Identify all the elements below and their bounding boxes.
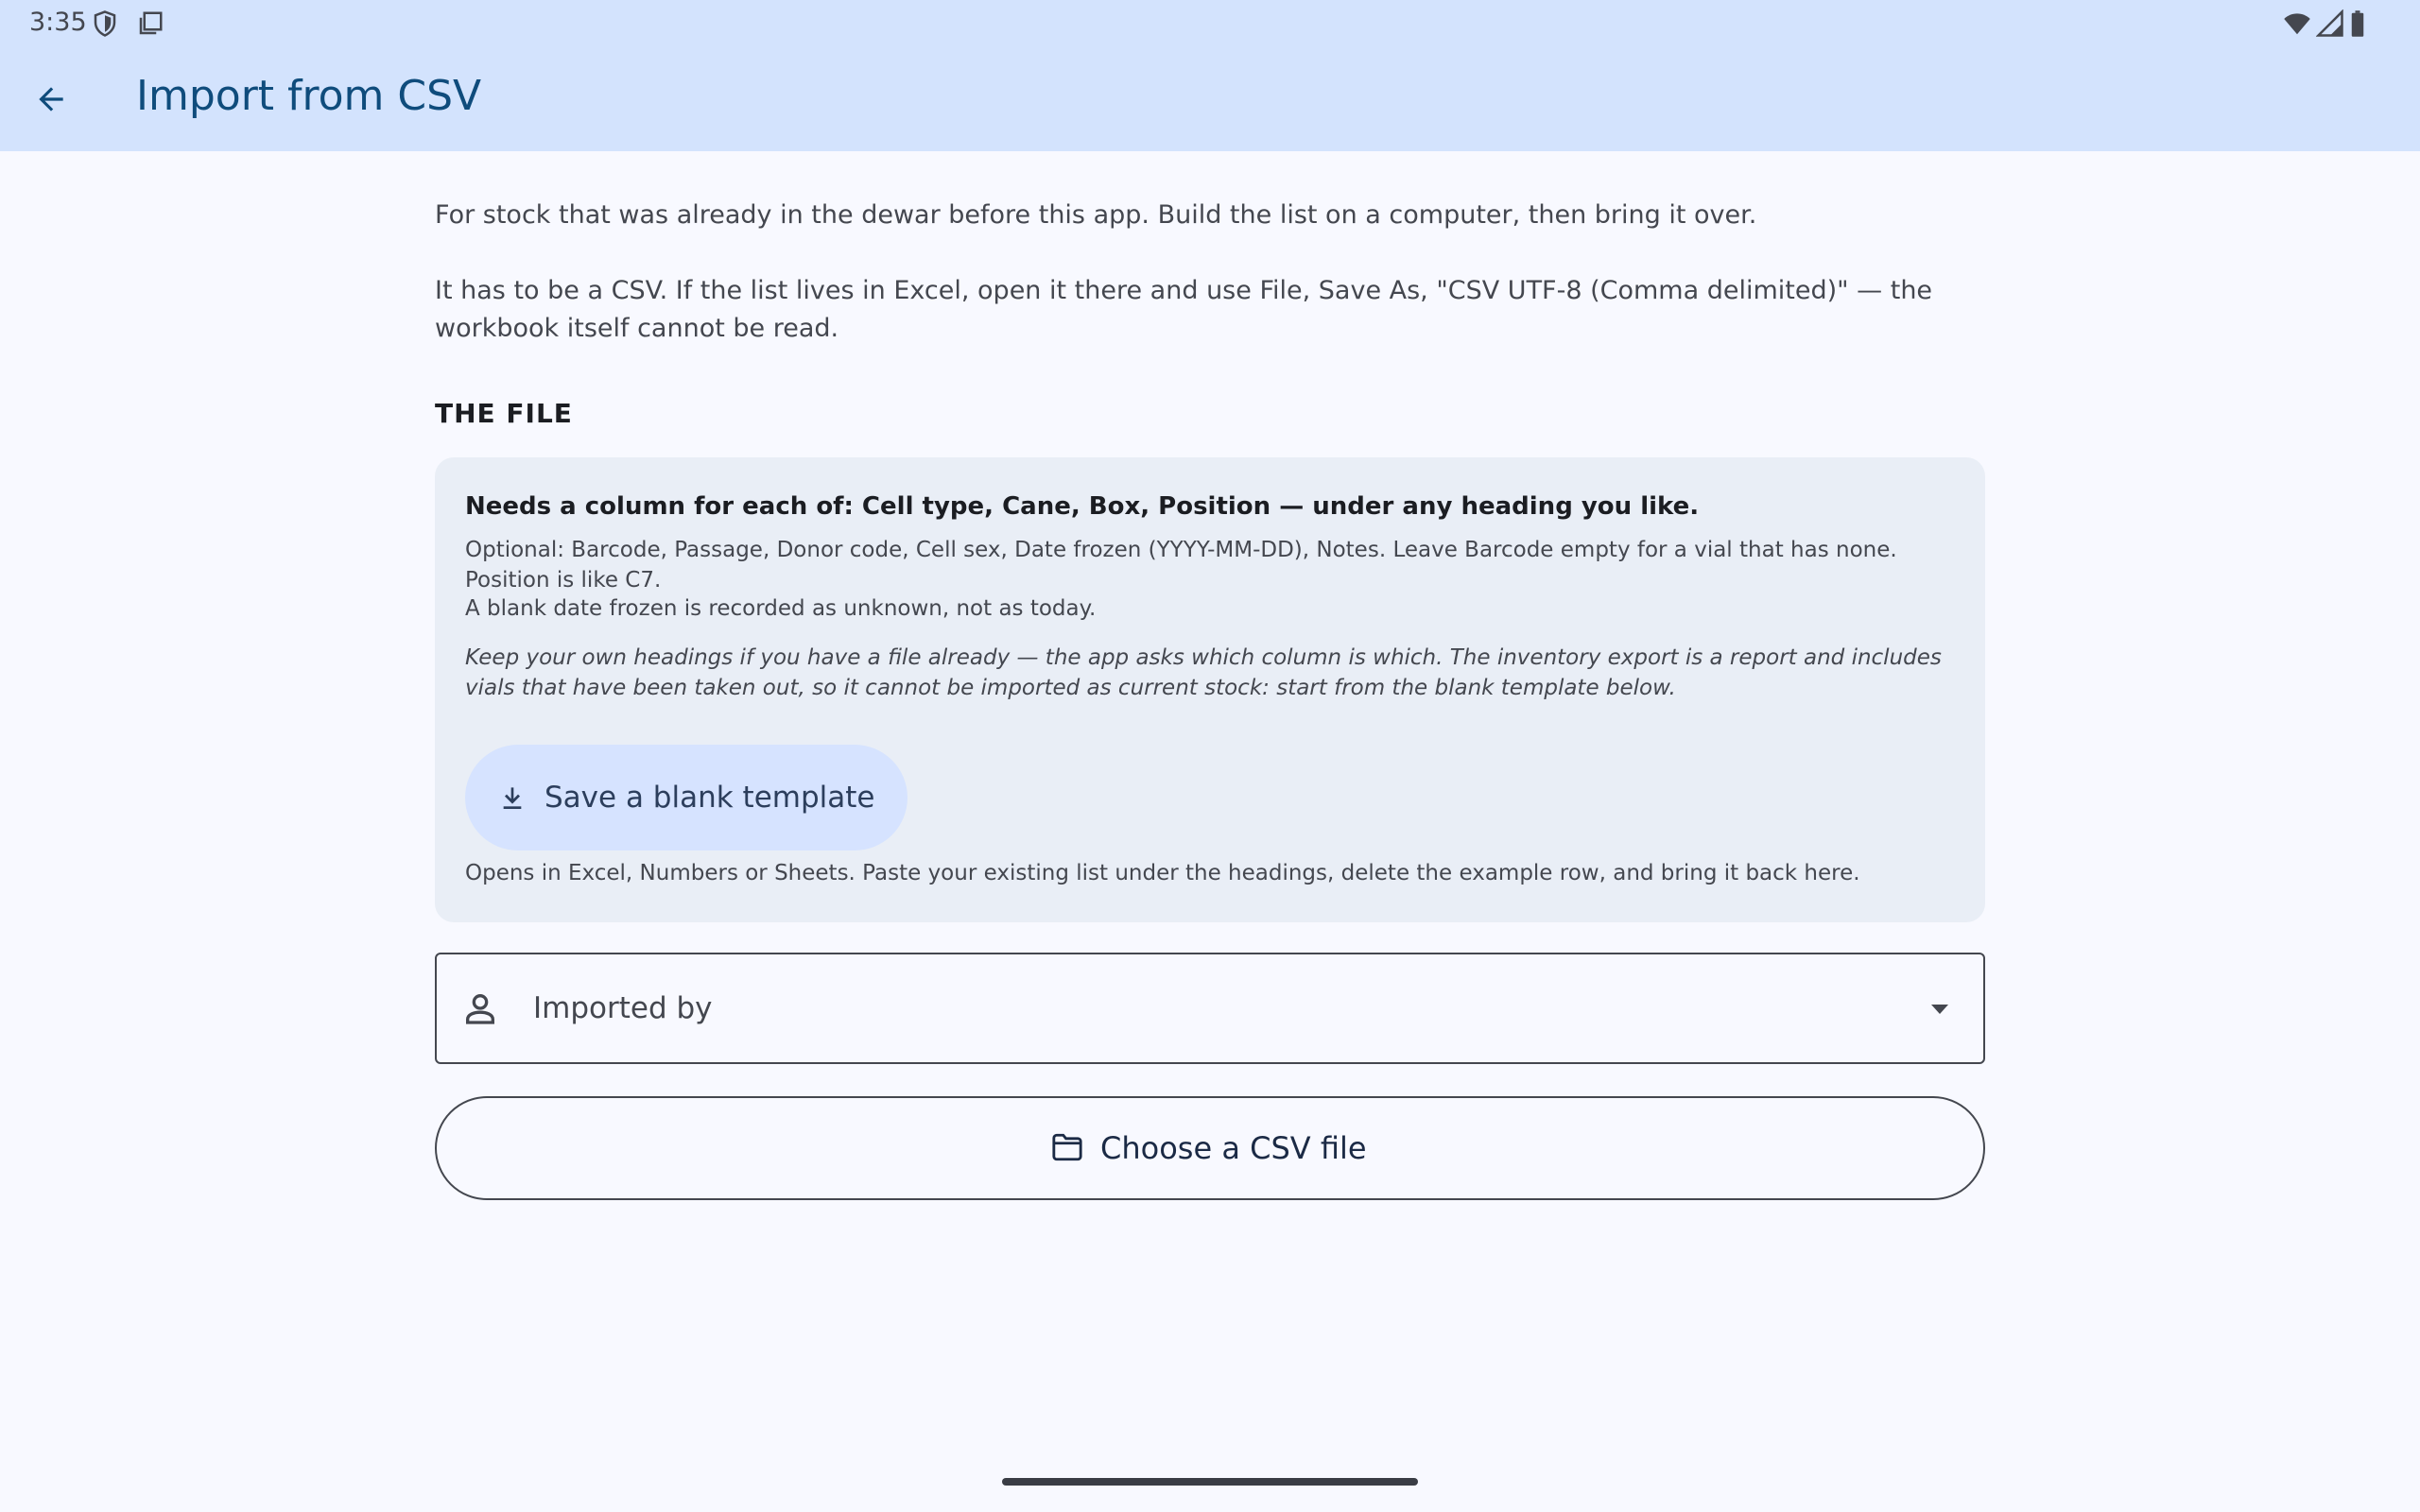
page-title: Import from CSV <box>136 72 482 120</box>
dropdown-arrow-icon <box>1928 1002 1951 1017</box>
save-blank-template-label: Save a blank template <box>544 781 875 815</box>
back-button[interactable] <box>23 73 79 129</box>
headings-note: Keep your own headings if you have a fil… <box>465 645 1942 700</box>
home-indicator[interactable] <box>1002 1478 1418 1486</box>
imported-by-dropdown[interactable]: Imported by <box>435 953 1985 1064</box>
download-icon <box>497 782 527 813</box>
wifi-icon <box>2282 9 2312 38</box>
arrow-back-icon <box>33 81 69 121</box>
save-blank-template-button[interactable]: Save a blank template <box>465 745 908 850</box>
required-columns-text: Needs a column for each of: Cell type, C… <box>465 492 1700 521</box>
status-time: 3:35 <box>29 8 87 37</box>
folder-icon <box>1051 1133 1083 1161</box>
template-footnote-text: Opens in Excel, Numbers or Sheets. Paste… <box>465 861 1860 885</box>
top-app-region: 3:35 Import from CSV <box>0 0 2420 151</box>
optional-columns-text: Optional: Barcode, Passage, Donor code, … <box>465 538 1897 593</box>
status-bar: 3:35 <box>0 0 2420 47</box>
file-requirements-card: Needs a column for each of: Cell type, C… <box>435 457 1985 922</box>
template-footnote: Opens in Excel, Numbers or Sheets. Paste… <box>465 858 1959 888</box>
section-heading-file: THE FILE <box>435 398 573 429</box>
shield-icon <box>91 9 119 38</box>
person-icon <box>461 989 499 1027</box>
blank-date-note: A blank date frozen is recorded as unkno… <box>465 596 1097 621</box>
choose-csv-file-button[interactable]: Choose a CSV file <box>435 1096 1985 1200</box>
battery-icon <box>2348 9 2367 38</box>
imported-by-label: Imported by <box>533 991 713 1025</box>
app-bar: Import from CSV <box>0 47 2420 151</box>
screenshot-icon <box>136 9 164 38</box>
csv-requirement-paragraph: It has to be a CSV. If the list lives in… <box>435 276 1933 343</box>
choose-csv-file-label: Choose a CSV file <box>1100 1130 1367 1166</box>
cell-signal-icon <box>2315 9 2344 38</box>
intro-paragraph: For stock that was already in the dewar … <box>435 200 1757 230</box>
